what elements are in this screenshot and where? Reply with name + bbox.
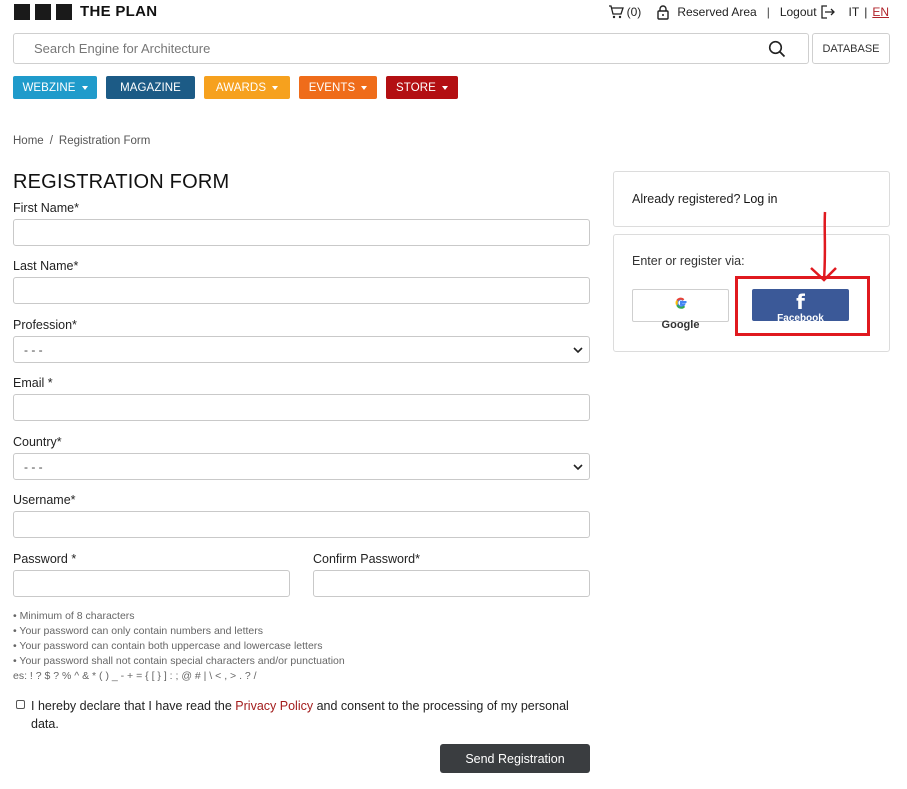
last-name-label: Last Name* <box>13 259 79 273</box>
language-switch: IT | EN <box>849 5 889 19</box>
rule-item: • Your password can contain both upperca… <box>13 640 323 652</box>
first-name-field[interactable] <box>13 219 590 246</box>
logo[interactable]: THE PLAN <box>14 3 157 20</box>
store-button[interactable]: STORE <box>386 76 458 99</box>
page-title: REGISTRATION FORM <box>13 171 230 193</box>
caret-down-icon <box>441 85 448 90</box>
database-button[interactable]: DATABASE <box>812 33 890 64</box>
annotation-arrow <box>810 211 837 282</box>
cart-count: (0) <box>626 5 642 19</box>
lang-en[interactable]: EN <box>872 5 889 19</box>
rule-item: • Your password shall not contain specia… <box>13 655 345 667</box>
rule-item: • Minimum of 8 characters <box>13 610 135 622</box>
logo-square-1 <box>14 3 30 20</box>
consent-prefix: I hereby declare that I have read the <box>31 699 236 713</box>
confirm-password-label: Confirm Password* <box>313 552 420 566</box>
category-nav: WEBZINE MAGAZINE AWARDS EVENTS STORE <box>13 76 467 99</box>
last-name-field[interactable] <box>13 277 590 304</box>
nav-separator: | <box>766 5 770 19</box>
profession-label: Profession* <box>13 318 77 332</box>
google-icon <box>675 297 687 309</box>
lang-it[interactable]: IT <box>849 5 860 19</box>
breadcrumb-current: Registration Form <box>58 135 151 147</box>
profession-select[interactable]: - - - <box>13 336 590 363</box>
enter-via-label: Enter or register via: <box>632 254 745 268</box>
google-label: Google <box>661 319 700 331</box>
logo-square-3 <box>56 3 72 20</box>
rule-item: • Your password can only contain numbers… <box>13 625 263 637</box>
password-field[interactable] <box>13 570 290 597</box>
search-bar <box>13 33 809 64</box>
logo-square-2 <box>35 3 51 20</box>
privacy-checkbox[interactable] <box>16 700 25 709</box>
already-registered: Already registered? Log in <box>632 192 777 206</box>
breadcrumb-separator: / <box>49 135 53 147</box>
breadcrumb-home[interactable]: Home <box>13 135 44 147</box>
webzine-label: WEBZINE <box>22 81 76 94</box>
confirm-password-field[interactable] <box>313 570 590 597</box>
google-login-button[interactable]: Google <box>632 289 729 331</box>
login-link[interactable]: Log in <box>743 192 777 206</box>
cart-icon <box>608 5 624 19</box>
chevron-down-icon <box>573 464 583 471</box>
password-label: Password * <box>13 552 77 566</box>
webzine-button[interactable]: WEBZINE <box>13 76 97 99</box>
reserved-area-link[interactable]: Reserved Area <box>657 4 757 20</box>
reserved-area-label: Reserved Area <box>677 5 757 19</box>
events-button[interactable]: EVENTS <box>299 76 377 99</box>
password-rules: • Minimum of 8 characters • Your passwor… <box>13 609 345 684</box>
cart-link[interactable]: (0) <box>608 5 642 19</box>
lock-icon <box>657 4 670 20</box>
logout-link[interactable]: Logout <box>780 5 835 19</box>
breadcrumb: Home / Registration Form <box>13 135 150 147</box>
profession-value: - - - <box>24 342 43 357</box>
awards-label: AWARDS <box>215 81 267 94</box>
rule-item: es: ! ? $ ? % ^ & * ( ) _ - + = { [ } ] … <box>13 670 257 682</box>
caret-down-icon <box>272 85 279 90</box>
send-registration-button[interactable]: Send Registration <box>440 744 590 773</box>
search-icon[interactable] <box>768 40 786 58</box>
lang-separator: | <box>864 5 868 19</box>
brand-name: THE PLAN <box>80 3 158 20</box>
caret-down-icon <box>81 85 88 90</box>
country-select[interactable]: - - - <box>13 453 590 480</box>
username-label: Username* <box>13 493 76 507</box>
country-label: Country* <box>13 435 62 449</box>
logout-icon <box>820 5 835 19</box>
caret-down-icon <box>361 85 368 90</box>
magazine-label: MAGAZINE <box>120 81 181 94</box>
top-nav: (0) Reserved Area | Logout IT | EN <box>608 3 889 21</box>
consent-text: I hereby declare that I have read the Pr… <box>31 697 596 733</box>
chevron-down-icon <box>573 347 583 354</box>
events-label: EVENTS <box>308 81 356 94</box>
privacy-consent: I hereby declare that I have read the Pr… <box>16 697 596 733</box>
logout-label: Logout <box>779 5 817 19</box>
email-label: Email * <box>13 376 53 390</box>
country-value: - - - <box>24 459 43 474</box>
first-name-label: First Name* <box>13 201 79 215</box>
magazine-button[interactable]: MAGAZINE <box>106 76 195 99</box>
username-field[interactable] <box>13 511 590 538</box>
already-registered-text: Already registered? <box>632 192 741 206</box>
privacy-policy-link[interactable]: Privacy Policy <box>235 699 313 713</box>
search-input[interactable] <box>34 41 734 56</box>
store-label: STORE <box>396 81 436 94</box>
email-field[interactable] <box>13 394 590 421</box>
awards-button[interactable]: AWARDS <box>204 76 290 99</box>
